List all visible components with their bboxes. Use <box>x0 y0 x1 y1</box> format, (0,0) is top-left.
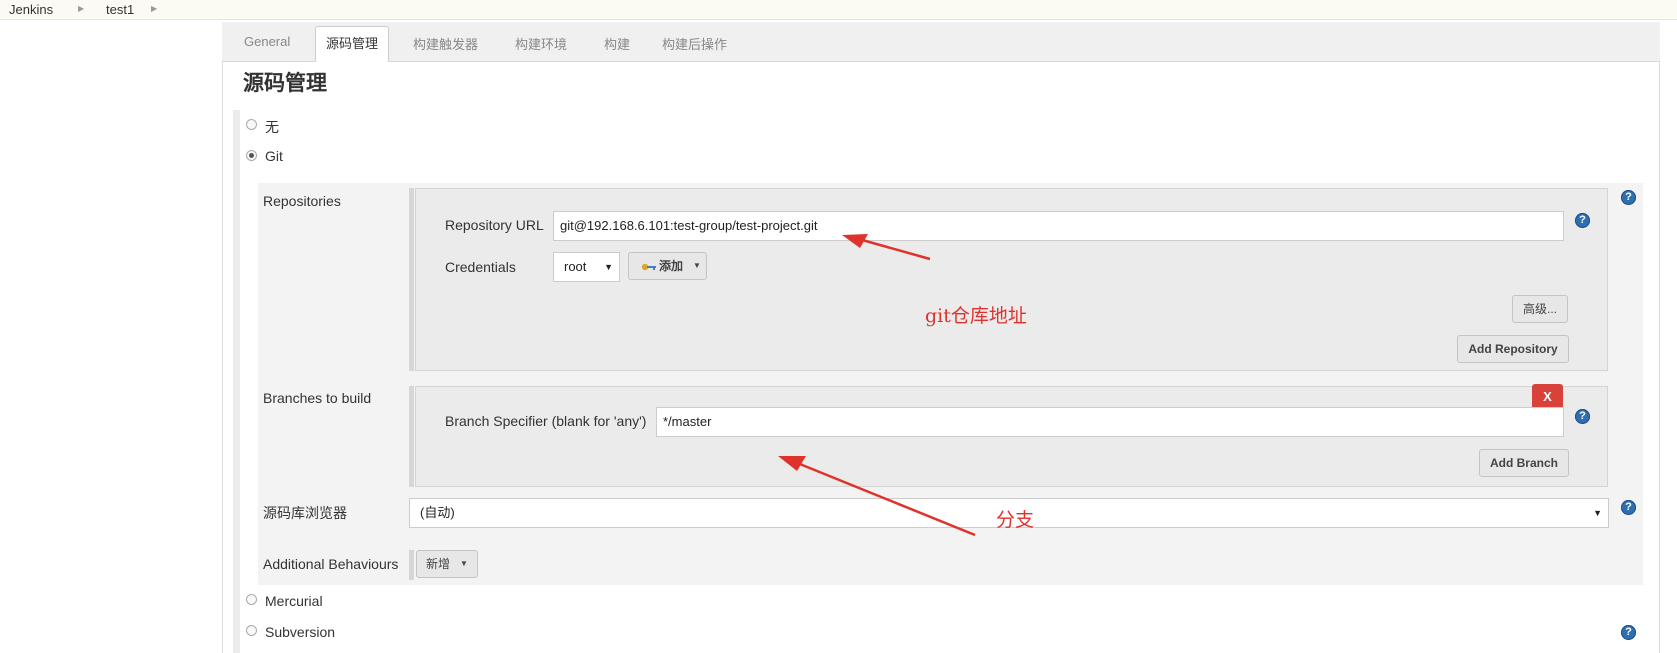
credentials-value: root <box>564 259 587 274</box>
key-icon <box>641 263 656 271</box>
scm-mercurial-radio[interactable] <box>246 594 257 605</box>
scm-git-radio[interactable] <box>246 150 257 161</box>
credentials-select[interactable]: root ▼ <box>553 252 620 282</box>
advanced-button[interactable]: 高级... <box>1512 295 1568 323</box>
branch-specifier-input[interactable]: */master <box>656 407 1564 437</box>
scm-none-radio[interactable] <box>246 119 257 130</box>
add-repository-button[interactable]: Add Repository <box>1457 335 1569 363</box>
add-behaviour-label: 新增 <box>426 557 451 571</box>
add-branch-button[interactable]: Add Branch <box>1479 449 1569 477</box>
repositories-rail <box>409 188 414 371</box>
tab-build-environment[interactable]: 构建环境 <box>515 34 567 53</box>
help-icon[interactable]: ? <box>1621 500 1636 515</box>
dropdown-caret-icon: ▼ <box>460 559 468 568</box>
dropdown-caret-icon: ▼ <box>693 261 701 270</box>
tab-build-triggers[interactable]: 构建触发器 <box>413 34 478 53</box>
help-icon[interactable]: ? <box>1621 625 1636 640</box>
repository-browser-value: (自动) <box>420 505 455 520</box>
repository-url-label: Repository URL <box>445 217 544 233</box>
tab-bar: General 源码管理 构建触发器 构建环境 构建 构建后操作 <box>222 22 1660 62</box>
scm-subversion-label: Subversion <box>265 624 336 640</box>
branch-specifier-label: Branch Specifier (blank for 'any') <box>445 413 647 429</box>
help-icon[interactable]: ? <box>1575 409 1590 424</box>
section-title: 源码管理 <box>243 72 327 95</box>
dropdown-caret-icon: ▼ <box>1593 508 1602 518</box>
repository-url-input[interactable]: git@192.168.6.101:test-group/test-projec… <box>553 211 1564 241</box>
add-behaviour-button[interactable]: 新增 ▼ <box>416 550 478 578</box>
credentials-label: Credentials <box>445 259 516 275</box>
tab-post-build-actions[interactable]: 构建后操作 <box>662 34 727 53</box>
branch-annotation-text: 分支 <box>996 509 1035 531</box>
scm-none-label: 无 <box>265 119 279 135</box>
dropdown-caret-icon: ▼ <box>604 262 613 272</box>
breadcrumb: Jenkins ▶ test1 ▶ <box>0 0 1677 20</box>
add-credentials-label: 添加 <box>659 259 684 273</box>
scm-mercurial-label: Mercurial <box>265 593 323 609</box>
additional-behaviours-label: Additional Behaviours <box>263 556 399 572</box>
breadcrumb-jenkins[interactable]: Jenkins <box>9 2 53 17</box>
repository-browser-label: 源码库浏览器 <box>263 505 347 521</box>
section-rail <box>233 110 240 653</box>
breadcrumb-arrow-icon[interactable]: ▶ <box>151 4 157 13</box>
breadcrumb-arrow-icon[interactable]: ▶ <box>78 4 84 13</box>
tab-general[interactable]: General <box>244 34 290 49</box>
help-icon[interactable]: ? <box>1621 190 1636 205</box>
branches-label: Branches to build <box>263 390 372 406</box>
scm-git-label: Git <box>265 148 283 164</box>
tab-build[interactable]: 构建 <box>604 34 630 53</box>
scm-subversion-radio[interactable] <box>246 625 257 636</box>
branches-rail <box>409 386 414 487</box>
breadcrumb-test1[interactable]: test1 <box>106 2 134 17</box>
add-credentials-button[interactable]: 添加 ▼ <box>628 252 707 280</box>
repositories-label: Repositories <box>263 193 341 209</box>
help-icon[interactable]: ? <box>1575 213 1590 228</box>
tab-source-code-management[interactable]: 源码管理 <box>315 26 390 62</box>
repo-annotation-text: git仓库地址 <box>925 305 1027 327</box>
behaviours-rail <box>409 550 414 580</box>
